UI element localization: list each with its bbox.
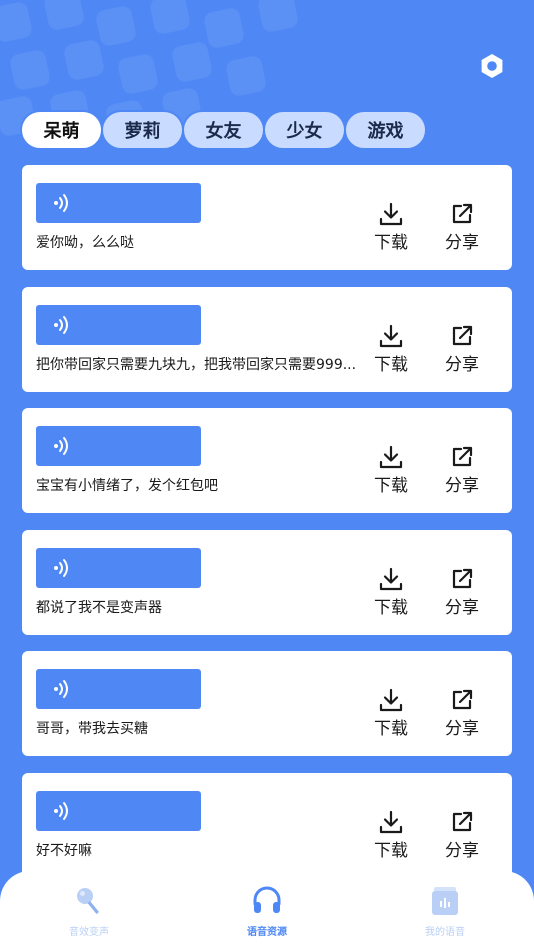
download-icon: [379, 202, 403, 226]
share-label: 分享: [445, 354, 479, 375]
download-button[interactable]: 下载: [366, 687, 416, 739]
download-button[interactable]: 下载: [366, 201, 416, 253]
voice-text: 哥哥，带我去买糖: [36, 721, 148, 737]
share-button[interactable]: 分享: [437, 323, 487, 375]
download-label: 下载: [374, 476, 408, 496]
voice-text: 都说了我不是变声器: [36, 599, 162, 616]
voice-play-button[interactable]: [36, 304, 201, 345]
sound-wave-icon: [54, 558, 68, 577]
download-button[interactable]: 下载: [366, 566, 416, 618]
share-icon: [452, 689, 473, 710]
share-icon: [452, 811, 473, 831]
sound-wave-icon: [54, 801, 68, 820]
voice-list: 爱你呦，么么哒 下载 分享 把你带回家只需要九块九，把我带回家只需要999...: [22, 165, 512, 894]
voice-file-icon: [432, 887, 458, 915]
tab-luoli[interactable]: 萝莉: [101, 110, 184, 150]
sound-wave-icon: [54, 680, 68, 698]
microphone-icon: [77, 888, 99, 914]
sound-wave-icon: [54, 194, 68, 212]
hexagon-gear-icon: [481, 54, 503, 78]
voice-play-button[interactable]: [36, 426, 201, 466]
share-button[interactable]: 分享: [437, 201, 487, 253]
nav-voice-resources[interactable]: 语音资源: [178, 871, 356, 949]
voice-card: 哥哥，带我去买糖 下载 分享: [22, 651, 512, 756]
sound-wave-icon: [54, 315, 68, 334]
voice-play-button[interactable]: [36, 183, 201, 223]
share-icon: [452, 203, 473, 224]
download-button[interactable]: 下载: [366, 444, 416, 496]
download-label: 下载: [374, 719, 408, 739]
voice-play-button[interactable]: [36, 669, 201, 709]
share-button[interactable]: 分享: [437, 566, 487, 618]
nav-my-voices[interactable]: 我的语音: [356, 871, 534, 949]
share-label: 分享: [445, 597, 479, 618]
download-icon: [379, 445, 403, 469]
tab-shaonv[interactable]: 少女: [263, 110, 346, 150]
headphones-icon: [253, 886, 281, 913]
category-tabs: 呆萌 萝莉 女友 少女 游戏: [20, 110, 427, 150]
download-icon: [379, 324, 403, 347]
share-label: 分享: [445, 233, 479, 253]
tab-youxi[interactable]: 游戏: [344, 110, 427, 150]
voice-card: 爱你呦，么么哒 下载 分享: [22, 165, 512, 270]
voice-text: 好不好嘛: [36, 842, 92, 859]
share-label: 分享: [445, 476, 479, 496]
nav-sound-effects[interactable]: 音效变声: [0, 871, 178, 949]
voice-text: 爱你呦，么么哒: [36, 235, 134, 251]
voice-card: 好不好嘛 下载 分享: [22, 772, 512, 878]
nav-sound-effects-label: 音效变声: [69, 927, 109, 938]
voice-play-button[interactable]: [36, 547, 201, 588]
share-icon: [452, 325, 473, 345]
download-button[interactable]: 下载: [366, 323, 416, 375]
share-icon: [452, 568, 473, 588]
share-label: 分享: [445, 719, 479, 739]
download-icon: [379, 688, 403, 712]
nav-voice-resources-label: 语音资源: [247, 927, 287, 938]
voice-card: 都说了我不是变声器 下载 分享: [22, 529, 512, 635]
sound-wave-icon: [54, 437, 68, 455]
voice-card: 宝宝有小情绪了，发个红包吧 下载 分享: [22, 408, 512, 513]
download-label: 下载: [374, 233, 408, 253]
download-label: 下载: [374, 840, 408, 861]
settings-button[interactable]: [476, 50, 508, 82]
voice-play-button[interactable]: [36, 790, 201, 831]
share-label: 分享: [445, 840, 479, 861]
share-button[interactable]: 分享: [437, 809, 487, 861]
voice-text: 把你带回家只需要九块九，把我带回家只需要999...: [36, 356, 357, 373]
share-button[interactable]: 分享: [437, 687, 487, 739]
share-button[interactable]: 分享: [437, 444, 487, 496]
download-icon: [379, 810, 403, 833]
tab-daimeng[interactable]: 呆萌: [20, 110, 103, 150]
download-label: 下载: [374, 354, 408, 375]
tab-nvyou[interactable]: 女友: [182, 110, 265, 150]
download-label: 下载: [374, 597, 408, 618]
voice-card: 把你带回家只需要九块九，把我带回家只需要999... 下载 分享: [22, 286, 512, 392]
download-button[interactable]: 下载: [366, 809, 416, 861]
bottom-navigation: 音效变声 语音资源 我的语音: [0, 871, 534, 949]
download-icon: [379, 567, 403, 590]
nav-my-voices-label: 我的语音: [425, 927, 465, 938]
share-icon: [452, 446, 473, 467]
voice-text: 宝宝有小情绪了，发个红包吧: [36, 478, 218, 494]
